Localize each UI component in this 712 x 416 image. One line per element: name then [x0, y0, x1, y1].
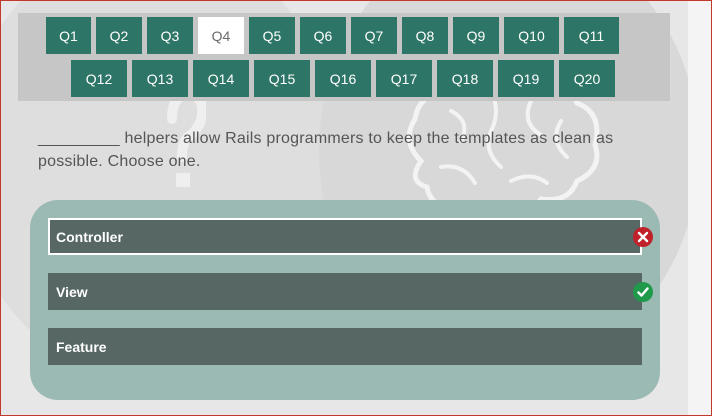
question-button-q3[interactable]: Q3 [147, 17, 193, 54]
question-button-q12[interactable]: Q12 [71, 60, 127, 97]
question-button-q8[interactable]: Q8 [402, 17, 448, 54]
question-text: _________ helpers allow Rails programmer… [38, 130, 614, 170]
question-button-q5[interactable]: Q5 [249, 17, 295, 54]
answer-label: Controller [56, 228, 123, 245]
answer-panel: Controller View Feature [30, 200, 660, 400]
answer-option-controller[interactable]: Controller [48, 218, 642, 255]
question-button-q14[interactable]: Q14 [193, 60, 249, 97]
answer-option-view[interactable]: View [48, 273, 642, 310]
check-circle-icon [633, 282, 653, 302]
question-button-q6[interactable]: Q6 [300, 17, 346, 54]
question-button-q4[interactable]: Q4 [198, 17, 244, 54]
page-margin [688, 1, 711, 415]
answer-label: Feature [56, 338, 107, 355]
question-nav-row-1: Q1 Q2 Q3 Q4 Q5 Q6 Q7 Q8 Q9 Q10 Q11 [46, 17, 619, 54]
question-navigation: Q1 Q2 Q3 Q4 Q5 Q6 Q7 Q8 Q9 Q10 Q11 Q12 Q13 Q14 Q15 Q16… [18, 13, 670, 101]
question-button-q11[interactable]: Q11 [564, 17, 619, 54]
question-button-q16[interactable]: Q16 [315, 60, 371, 97]
close-circle-icon [633, 227, 653, 247]
question-button-q13[interactable]: Q13 [132, 60, 188, 97]
question-button-q9[interactable]: Q9 [453, 17, 499, 54]
quiz-stage: Q1 Q2 Q3 Q4 Q5 Q6 Q7 Q8 Q9 Q10 Q11 Q12 Q13 Q14 Q15 Q16… [1, 1, 688, 415]
question-button-q2[interactable]: Q2 [96, 17, 142, 54]
question-button-q19[interactable]: Q19 [498, 60, 554, 97]
question-button-q7[interactable]: Q7 [351, 17, 397, 54]
question-nav-row-2: Q12 Q13 Q14 Q15 Q16 Q17 Q18 Q19 Q20 [71, 60, 615, 97]
question-button-q10[interactable]: Q10 [504, 17, 559, 54]
question-button-q20[interactable]: Q20 [559, 60, 615, 97]
answer-label: View [56, 283, 88, 300]
question-button-q18[interactable]: Q18 [437, 60, 493, 97]
answer-option-feature[interactable]: Feature [48, 328, 642, 365]
quiz-frame: Q1 Q2 Q3 Q4 Q5 Q6 Q7 Q8 Q9 Q10 Q11 Q12 Q13 Q14 Q15 Q16… [0, 0, 712, 416]
question-button-q15[interactable]: Q15 [254, 60, 310, 97]
question-button-q1[interactable]: Q1 [46, 17, 91, 54]
question-button-q17[interactable]: Q17 [376, 60, 432, 97]
